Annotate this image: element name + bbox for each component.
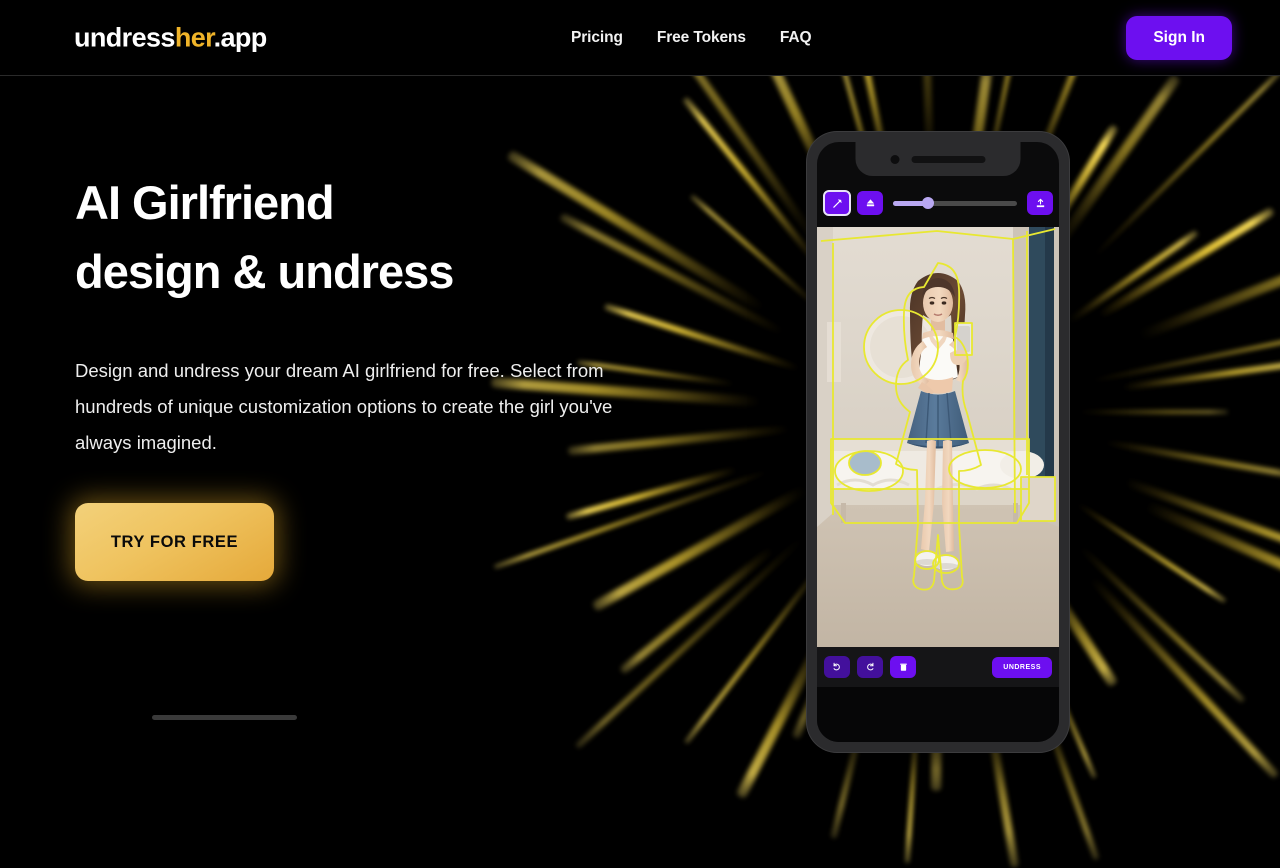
redo-button[interactable] (857, 656, 883, 678)
upload-image-button[interactable] (1027, 191, 1053, 215)
front-camera-icon (891, 155, 900, 164)
nav-item-free-tokens[interactable]: Free Tokens (657, 29, 746, 47)
main-nav: Pricing Free Tokens FAQ (571, 29, 811, 47)
editor-top-toolbar (817, 187, 1059, 219)
sign-in-button[interactable]: Sign In (1126, 16, 1232, 60)
page-title: AI Girlfriend design & undress (75, 168, 675, 306)
light-ray (1097, 207, 1275, 320)
phone-screen-lower-area (817, 687, 1059, 742)
light-ray (1123, 477, 1280, 567)
phone-notch (856, 142, 1021, 176)
try-for-free-button[interactable]: TRY FOR FREE (75, 503, 274, 581)
undress-button[interactable]: UNDRESS (992, 657, 1052, 678)
light-ray (1075, 502, 1226, 603)
light-ray (1144, 501, 1280, 626)
eraser-tool-button[interactable] (857, 191, 883, 215)
site-logo[interactable]: undressher.app (74, 22, 267, 53)
light-ray (1078, 410, 1228, 414)
logo-part-her: her (175, 22, 214, 52)
light-ray (1138, 240, 1280, 341)
trash-icon (899, 660, 908, 675)
upload-icon (1035, 198, 1046, 209)
redo-icon (865, 660, 875, 675)
light-ray (1067, 230, 1199, 325)
undo-icon (832, 660, 842, 675)
page-scrollbar[interactable] (152, 715, 297, 720)
brush-size-slider[interactable] (893, 201, 1017, 206)
light-ray (1121, 360, 1280, 391)
editor-bottom-toolbar: UNDRESS (817, 647, 1059, 687)
phone-mockup: UNDRESS (807, 132, 1069, 752)
light-ray (1088, 575, 1280, 779)
hero-subcopy: Design and undress your dream AI girlfri… (75, 353, 650, 461)
nav-item-pricing[interactable]: Pricing (571, 29, 623, 47)
light-ray (1078, 545, 1246, 704)
delete-button[interactable] (890, 656, 916, 678)
logo-part-undress: undress (74, 22, 175, 52)
site-header: undressher.app Pricing Free Tokens FAQ S… (0, 0, 1280, 76)
editor-photo-canvas[interactable] (817, 227, 1059, 647)
brush-tool-button[interactable] (823, 190, 851, 216)
hero-section: AI Girlfriend design & undress Design an… (75, 168, 675, 581)
headline-line-1: AI Girlfriend (75, 176, 334, 229)
earpiece-speaker-icon (912, 156, 986, 163)
phone-screen: UNDRESS (817, 142, 1059, 742)
headline-line-2: design & undress (75, 237, 675, 306)
eraser-icon (865, 198, 876, 209)
light-ray (1093, 65, 1280, 258)
nav-item-faq[interactable]: FAQ (780, 29, 812, 47)
slider-thumb[interactable] (922, 197, 934, 209)
photo-illustration (817, 227, 1059, 647)
undo-button[interactable] (824, 656, 850, 678)
logo-part-tld: .app (214, 22, 267, 52)
light-ray (1104, 439, 1280, 479)
brush-icon (832, 198, 843, 209)
light-ray (1090, 320, 1280, 383)
